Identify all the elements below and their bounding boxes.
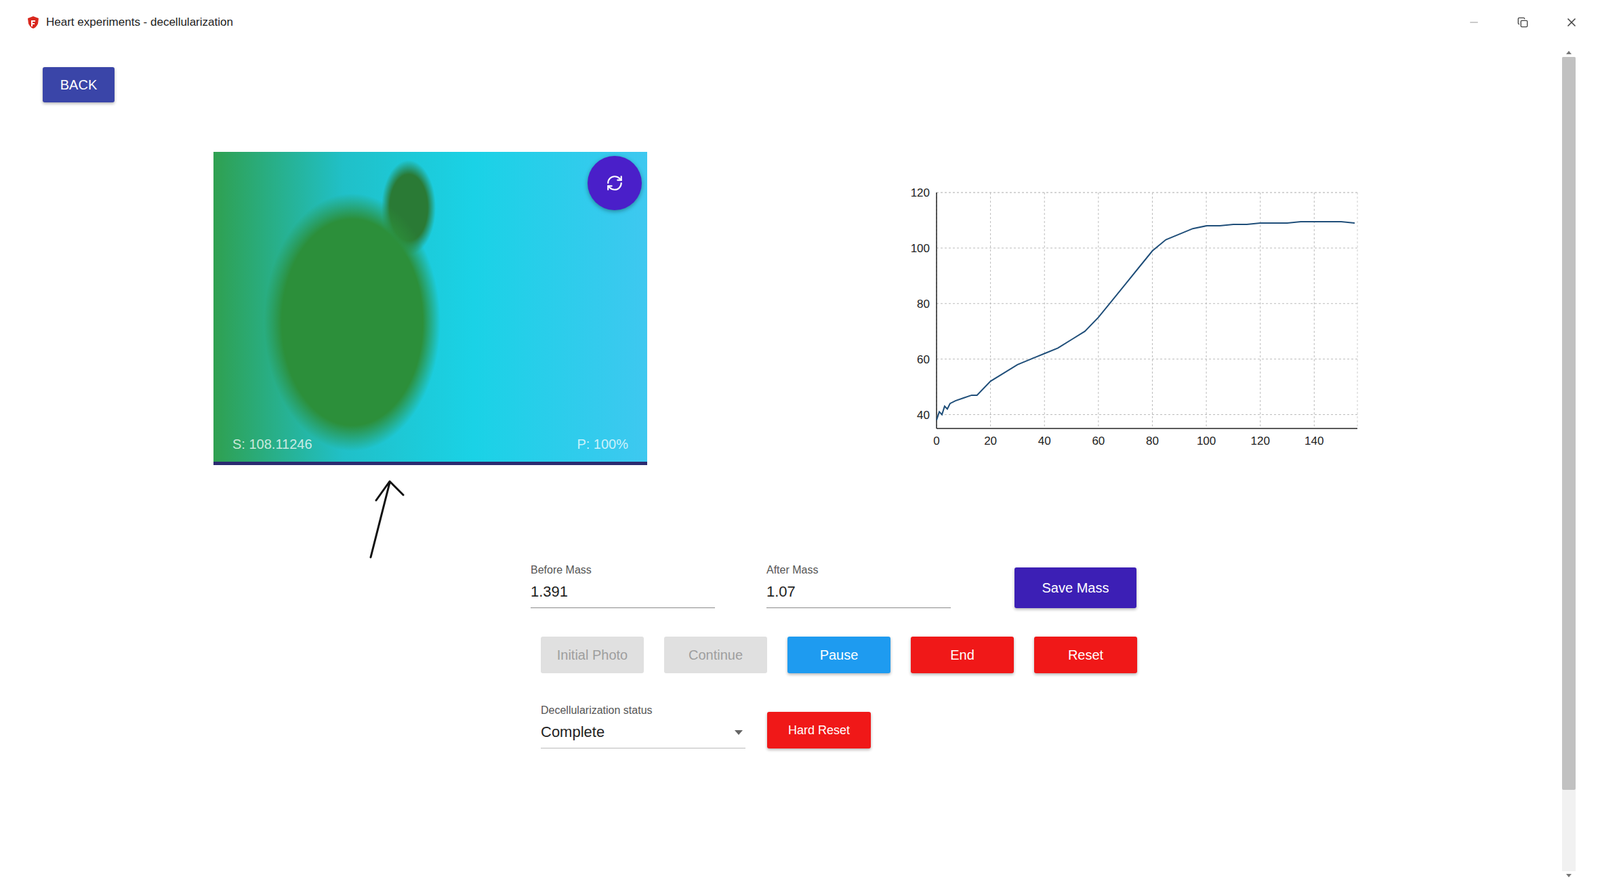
mass-field[interactable]: Before Mass1.391 (530, 563, 715, 608)
scrollbar[interactable] (1560, 50, 1577, 877)
y-tick: 60 (916, 353, 1358, 366)
score-overlay: S: 108.11246 (232, 436, 313, 453)
mass-field[interactable]: After Mass1.07 (766, 563, 951, 608)
chart-panel: 40 60 80 100 120 0 20 40 60 80 100 120 140 (894, 182, 1383, 563)
dropdown-icon (734, 729, 743, 735)
action-button[interactable]: Pause (787, 636, 891, 673)
svg-text:20: 20 (983, 434, 997, 448)
progress-overlay: P: 100% (576, 436, 629, 453)
mass-row: Before Mass1.391 After Mass1.07 Save Mass (530, 563, 1561, 608)
app-icon (27, 15, 40, 30)
field-label: Before Mass (530, 563, 715, 577)
action-row: Initial Photo Continue Pause End Reset (530, 636, 1561, 673)
top-row: S: 108.11246 P: 100% 40 60 80 100 120 0 20 40 60 80… (42, 151, 1561, 563)
hard-reset-button[interactable]: Hard Reset (767, 711, 871, 749)
select-box[interactable]: Complete (540, 719, 746, 749)
window-controls (1465, 14, 1580, 31)
svg-text:100: 100 (910, 241, 930, 255)
x-tick: 100 (1196, 192, 1216, 448)
scroll-up-icon[interactable] (1566, 50, 1572, 55)
app-window: Heart experiments - decellularization BAC… (0, 0, 1600, 880)
action-button[interactable]: End (910, 636, 1014, 673)
svg-text:60: 60 (916, 353, 930, 366)
camera-view: S: 108.11246 P: 100% (213, 151, 648, 462)
back-button[interactable]: BACK (42, 67, 115, 103)
svg-text:40: 40 (916, 408, 930, 422)
svg-text:40: 40 (1038, 434, 1052, 448)
refresh-button[interactable] (587, 155, 642, 211)
action-button[interactable]: Initial Photo (540, 636, 644, 673)
scroll-down-icon[interactable] (1566, 873, 1572, 877)
svg-text:0: 0 (933, 434, 940, 448)
svg-text:80: 80 (916, 297, 930, 311)
status-select[interactable]: Decellularization status Complete (540, 704, 746, 749)
scroll-thumb[interactable] (1562, 56, 1576, 790)
x-tick: 80 (1145, 192, 1159, 448)
action-button[interactable]: Continue (664, 636, 768, 673)
arrow-icon (362, 474, 431, 563)
main-content: BACKS: 108.11246P: 100%40608010012002040… (0, 44, 1561, 880)
x-tick: 60 (1091, 192, 1105, 448)
svg-text:80: 80 (1145, 434, 1159, 448)
svg-text:120: 120 (910, 186, 930, 200)
y-tick: 80 (916, 297, 1358, 311)
scroll-track[interactable] (1562, 56, 1576, 871)
status-row: Decellularization status Complete Hard Res… (530, 704, 1561, 749)
svg-text:100: 100 (1196, 434, 1216, 448)
y-tick: 120 (910, 186, 1358, 200)
y-axis (935, 192, 938, 429)
title-bar: Heart experiments - decellularization (0, 0, 1600, 45)
controls: Before Mass1.391 After Mass1.07 Save Mass I… (42, 563, 1561, 749)
y-tick: 100 (910, 241, 1358, 255)
mass-chart: 40 60 80 100 120 0 20 40 60 80 100 120 140 (894, 182, 1383, 455)
x-axis (936, 427, 1358, 429)
refresh-icon (605, 174, 624, 192)
maximize-icon[interactable] (1514, 14, 1531, 31)
field-value[interactable]: 1.07 (766, 578, 951, 608)
svg-text:120: 120 (1250, 434, 1270, 448)
x-tick: 120 (1250, 192, 1270, 448)
action-button[interactable]: Reset (1034, 636, 1138, 673)
svg-text:140: 140 (1304, 434, 1324, 448)
field-label: After Mass (766, 563, 951, 577)
field-value[interactable]: 1.391 (530, 578, 715, 608)
minimize-icon[interactable] (1465, 14, 1483, 31)
window-body: BACKS: 108.11246P: 100%40608010012002040… (0, 44, 1600, 880)
x-tick: 0 (933, 192, 940, 448)
series-line (936, 221, 1355, 421)
close-icon[interactable] (1563, 14, 1580, 31)
x-tick: 140 (1304, 192, 1324, 448)
camera-column: S: 108.11246 P: 100% (213, 151, 648, 563)
x-tick: 40 (1038, 192, 1052, 448)
svg-text:60: 60 (1091, 434, 1105, 448)
camera-underline (213, 461, 648, 465)
save-mass-button[interactable]: Save Mass (1014, 567, 1137, 608)
y-tick: 40 (916, 408, 1358, 422)
x-tick: 20 (983, 192, 997, 448)
window-title: Heart experiments - decellularization (46, 15, 234, 30)
select-label: Decellularization status (540, 704, 746, 717)
plot-area (936, 192, 1358, 429)
